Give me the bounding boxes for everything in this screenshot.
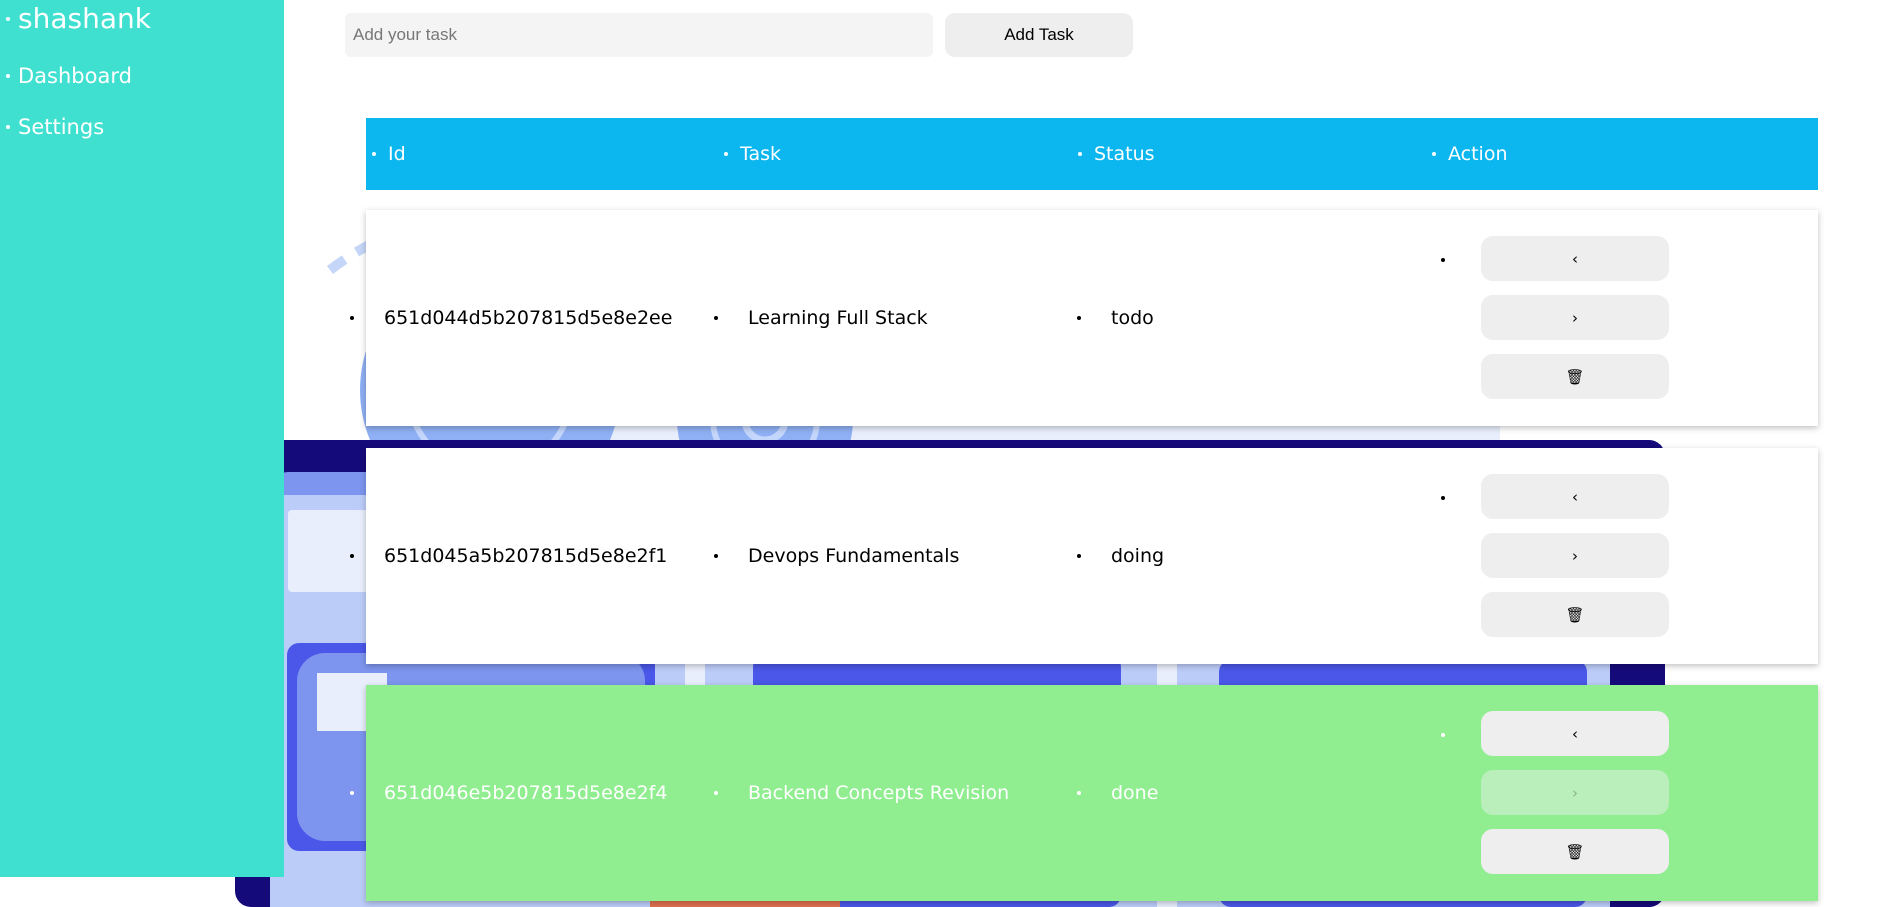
task-name: Backend Concepts Revision bbox=[748, 782, 1010, 804]
row-actions: ‹ › 🗑 bbox=[1481, 711, 1669, 874]
bullet bbox=[714, 791, 718, 795]
task-id: 651d044d5b207815d5e8e2ee bbox=[384, 307, 673, 329]
column-header-task: Task bbox=[724, 118, 781, 190]
row-actions: ‹ › 🗑 bbox=[1481, 474, 1669, 637]
bullet bbox=[6, 16, 10, 21]
sidebar-item-settings[interactable]: Settings bbox=[0, 115, 104, 139]
delete-button[interactable]: 🗑 bbox=[1481, 829, 1669, 874]
bullet bbox=[1441, 733, 1445, 737]
add-task-form: Add Task bbox=[345, 13, 1133, 57]
cell-task: Devops Fundamentals bbox=[714, 448, 959, 664]
cell-id: 651d046e5b207815d5e8e2f4 bbox=[350, 685, 667, 901]
header-label: Status bbox=[1094, 143, 1155, 165]
bullet bbox=[1432, 152, 1436, 156]
header-label: Action bbox=[1448, 143, 1508, 165]
bullet bbox=[714, 316, 718, 320]
task-name: Devops Fundamentals bbox=[748, 545, 960, 567]
cell-id: 651d045a5b207815d5e8e2f1 bbox=[350, 448, 667, 664]
bullet bbox=[350, 554, 354, 558]
move-forward-button[interactable]: › bbox=[1481, 770, 1669, 815]
trash-icon: 🗑 bbox=[1565, 367, 1585, 386]
sidebar: shashank Dashboard Settings bbox=[0, 0, 284, 877]
bullet bbox=[372, 152, 376, 156]
header-label: Task bbox=[740, 143, 782, 165]
bullet bbox=[6, 125, 10, 129]
add-task-button[interactable]: Add Task bbox=[945, 13, 1133, 57]
task-status: doing bbox=[1111, 545, 1165, 567]
bullet bbox=[6, 74, 10, 78]
table-row: 651d046e5b207815d5e8e2f4 Backend Concept… bbox=[350, 685, 1818, 901]
bullet bbox=[1077, 554, 1081, 558]
move-back-button[interactable]: ‹ bbox=[1481, 711, 1669, 756]
bullet bbox=[1441, 258, 1445, 262]
bullet bbox=[350, 791, 354, 795]
delete-button[interactable]: 🗑 bbox=[1481, 354, 1669, 399]
sidebar-item-label: Settings bbox=[18, 115, 105, 139]
task-name: Learning Full Stack bbox=[748, 307, 928, 329]
trash-icon: 🗑 bbox=[1565, 842, 1585, 861]
cell-task: Learning Full Stack bbox=[714, 210, 928, 426]
cell-status: done bbox=[1077, 685, 1158, 901]
bullet bbox=[350, 316, 354, 320]
bullet bbox=[1441, 496, 1445, 500]
row-actions: ‹ › 🗑 bbox=[1481, 236, 1669, 399]
cell-status: doing bbox=[1077, 448, 1164, 664]
column-header-id: Id bbox=[372, 118, 406, 190]
table-row: 651d044d5b207815d5e8e2ee Learning Full S… bbox=[350, 210, 1818, 426]
move-forward-button[interactable]: › bbox=[1481, 533, 1669, 578]
cell-id: 651d044d5b207815d5e8e2ee bbox=[350, 210, 672, 426]
table-header: Id Task Status Action bbox=[366, 118, 1818, 190]
task-id: 651d046e5b207815d5e8e2f4 bbox=[384, 782, 668, 804]
task-id: 651d045a5b207815d5e8e2f1 bbox=[384, 545, 668, 567]
task-status: todo bbox=[1111, 307, 1154, 329]
sidebar-item-dashboard[interactable]: Dashboard bbox=[0, 64, 132, 88]
move-back-button[interactable]: ‹ bbox=[1481, 474, 1669, 519]
sidebar-item-label: Dashboard bbox=[18, 64, 132, 88]
header-label: Id bbox=[388, 143, 406, 165]
table-row: 651d045a5b207815d5e8e2f1 Devops Fundamen… bbox=[350, 448, 1818, 664]
move-forward-button[interactable]: › bbox=[1481, 295, 1669, 340]
column-header-action: Action bbox=[1432, 118, 1508, 190]
delete-button[interactable]: 🗑 bbox=[1481, 592, 1669, 637]
bullet bbox=[1077, 316, 1081, 320]
trash-icon: 🗑 bbox=[1565, 605, 1585, 624]
bullet bbox=[724, 152, 728, 156]
bullet bbox=[1077, 791, 1081, 795]
sidebar-brand[interactable]: shashank bbox=[0, 2, 151, 35]
task-input[interactable] bbox=[345, 13, 933, 57]
brand-label: shashank bbox=[18, 2, 151, 35]
task-status: done bbox=[1111, 782, 1159, 804]
bullet bbox=[714, 554, 718, 558]
column-header-status: Status bbox=[1078, 118, 1155, 190]
move-back-button[interactable]: ‹ bbox=[1481, 236, 1669, 281]
cell-status: todo bbox=[1077, 210, 1154, 426]
bullet bbox=[1078, 152, 1082, 156]
cell-task: Backend Concepts Revision bbox=[714, 685, 1009, 901]
